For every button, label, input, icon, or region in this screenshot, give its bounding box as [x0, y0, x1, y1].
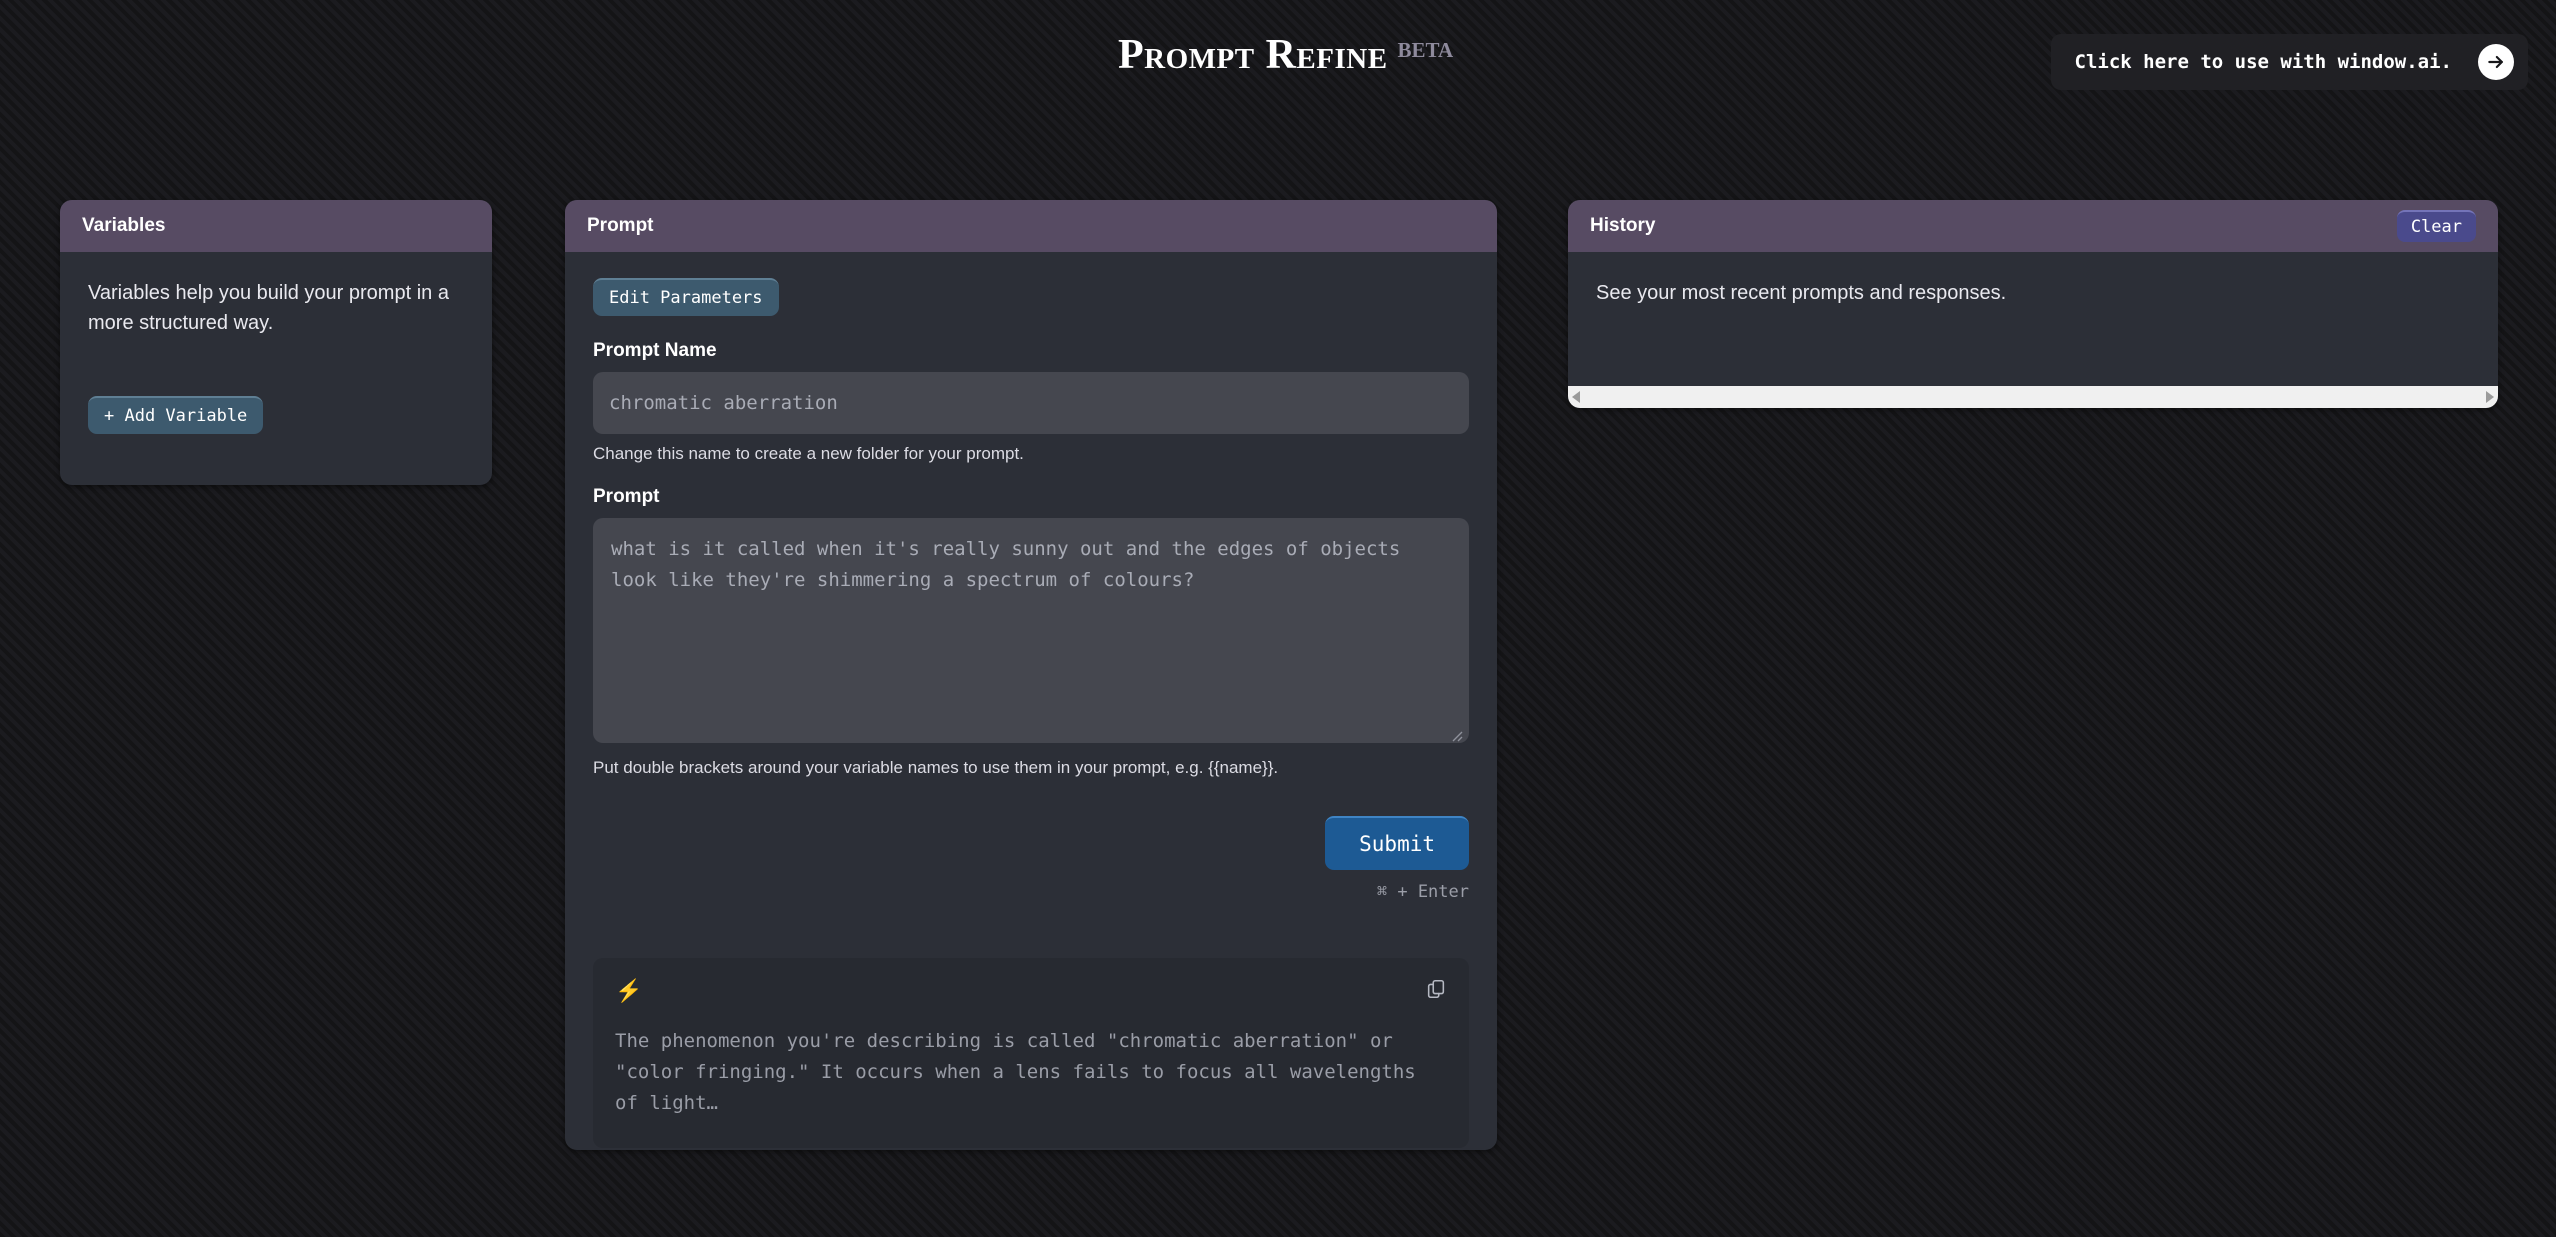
arrow-right-icon: [2478, 44, 2514, 80]
submit-shortcut-hint: ⌘ + Enter: [1376, 882, 1469, 902]
variables-panel-header: Variables: [60, 200, 492, 252]
prompt-panel-title: Prompt: [587, 215, 654, 236]
prompt-text-field-group: Prompt Put double brackets around your v…: [593, 486, 1469, 778]
history-horizontal-scrollbar[interactable]: [1568, 386, 2498, 408]
beta-badge: BETA: [1397, 38, 1454, 62]
prompt-name-input[interactable]: [593, 372, 1469, 434]
variables-panel-title: Variables: [82, 215, 166, 236]
prompt-name-field-group: Prompt Name Change this name to create a…: [593, 340, 1469, 464]
prompt-textarea[interactable]: [593, 518, 1469, 743]
prompt-panel-header: Prompt: [565, 200, 1497, 252]
variables-panel-body: Variables help you build your prompt in …: [60, 252, 492, 462]
clear-history-button[interactable]: Clear: [2396, 210, 2476, 242]
variables-panel: Variables Variables help you build your …: [60, 200, 492, 485]
response-card: ⚡ The phenomenon you're describing is ca…: [593, 958, 1469, 1148]
submit-row: Submit ⌘ + Enter: [593, 816, 1469, 902]
window-ai-button[interactable]: Click here to use with window.ai.: [2050, 34, 2528, 90]
history-empty-text: See your most recent prompts and respons…: [1596, 282, 2007, 304]
add-variable-button[interactable]: + Add Variable: [88, 396, 264, 434]
scroll-right-arrow-icon[interactable]: [2486, 391, 2494, 403]
prompt-text-label: Prompt: [593, 486, 660, 507]
copy-icon[interactable]: [1425, 978, 1447, 1005]
variables-description: Variables help you build your prompt in …: [88, 282, 449, 334]
prompt-textarea-wrapper: [593, 518, 1469, 748]
page-title: Prompt Refine: [1118, 32, 1388, 78]
lightning-bolt-icon: ⚡: [615, 978, 643, 1003]
brand: Prompt Refine BETA: [1118, 34, 1453, 76]
prompt-text-helper: Put double brackets around your variable…: [593, 758, 1279, 777]
scroll-left-arrow-icon[interactable]: [1572, 391, 1580, 403]
history-panel-title: History: [1590, 215, 1656, 236]
response-card-toolbar: ⚡: [615, 976, 1447, 1006]
prompt-panel-body: Edit Parameters Prompt Name Change this …: [565, 252, 1497, 1150]
submit-button[interactable]: Submit: [1325, 816, 1469, 870]
edit-parameters-button[interactable]: Edit Parameters: [593, 278, 779, 316]
history-panel: History Clear See your most recent promp…: [1568, 200, 2498, 408]
response-text: The phenomenon you're describing is call…: [615, 1030, 1416, 1114]
prompt-name-helper: Change this name to create a new folder …: [593, 444, 1024, 463]
history-panel-header: History Clear: [1568, 200, 2498, 252]
window-ai-button-label: Click here to use with window.ai.: [2074, 51, 2453, 73]
history-panel-body: See your most recent prompts and respons…: [1568, 252, 2498, 374]
prompt-panel: Prompt Edit Parameters Prompt Name Chang…: [565, 200, 1497, 1150]
app-header: Prompt Refine BETA Click here to use wit…: [0, 0, 2556, 140]
prompt-name-label: Prompt Name: [593, 340, 717, 361]
